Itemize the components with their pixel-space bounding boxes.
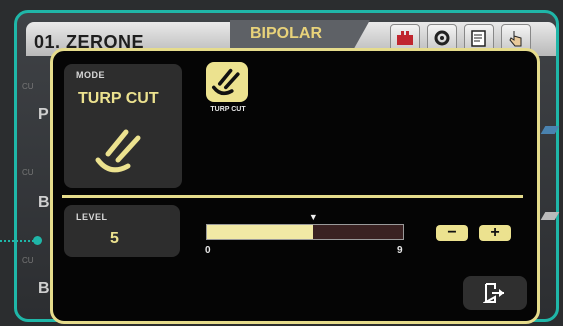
section-divider (62, 195, 523, 198)
device-settings-icon (397, 31, 413, 45)
level-max-label: 9 (397, 245, 403, 256)
level-min-label: 0 (205, 245, 211, 256)
level-fill (207, 225, 313, 239)
mode-value: TURP CUT (78, 90, 159, 107)
gear-icon (434, 30, 450, 46)
connector-dot (33, 236, 42, 245)
level-slider[interactable] (206, 224, 404, 240)
hand-pointer-icon (509, 31, 522, 47)
edit-note-icon (471, 30, 486, 47)
mode-tab-label: BIPOLAR (250, 25, 322, 42)
cut-electrode-icon (95, 129, 141, 173)
row-tag: CU (22, 168, 34, 177)
exit-icon (483, 283, 504, 303)
mode-caption: MODE (76, 70, 105, 80)
exit-button[interactable] (463, 276, 527, 310)
row-tag: CU (22, 256, 34, 265)
level-increase-button[interactable]: + (479, 225, 511, 241)
mode-option-turp-cut[interactable] (206, 62, 248, 102)
row-tag: CU (22, 82, 34, 91)
cut-electrode-icon (212, 68, 240, 96)
level-value: 5 (110, 230, 119, 247)
level-caption: LEVEL (76, 212, 108, 222)
mode-option-label: TURP CUT (210, 106, 246, 113)
level-pointer-icon: ▼ (308, 212, 318, 222)
level-decrease-button[interactable]: − (436, 225, 468, 241)
